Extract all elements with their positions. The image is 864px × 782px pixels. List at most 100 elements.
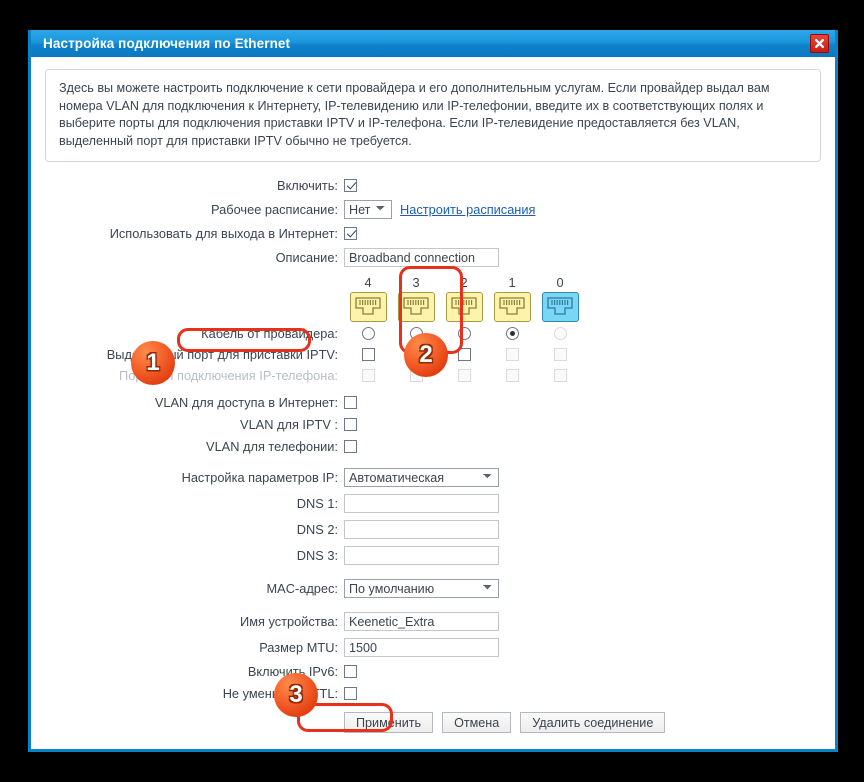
row-schedule: Рабочее расписание: Нет Настроить распис… [45, 200, 821, 219]
row-mtu: Размер MTU: [45, 638, 821, 657]
row-ipphone-port: Порт для подключения IP-телефона: [45, 368, 821, 383]
rj45-lan-icon [493, 292, 531, 322]
vlan-phone-checkbox[interactable] [344, 440, 357, 453]
port-ctl-cell [344, 369, 392, 382]
enable-checkbox[interactable] [344, 179, 357, 192]
row-device-name: Имя устройства: [45, 612, 821, 631]
port-cell [536, 292, 584, 322]
ipphone-port-label: Порт для подключения IP-телефона: [119, 368, 338, 383]
provider-cable-radio-3[interactable] [409, 327, 423, 340]
port-ctl-cell [440, 369, 488, 382]
row-ip-settings: Настройка параметров IP: Автоматическая [45, 468, 821, 487]
schedule-select[interactable]: Нет [344, 200, 392, 219]
port-cell [344, 292, 392, 322]
ipphone-port-checkbox-1 [505, 369, 519, 382]
provider-cable-radio-0 [553, 327, 567, 340]
dns3-label: DNS 3: [296, 548, 338, 563]
vlan-phone-label: VLAN для телефонии: [206, 439, 338, 454]
port-number: 4 [364, 275, 372, 290]
port-cell: 2 [440, 274, 488, 292]
provider-cable-radio-group [344, 327, 584, 340]
port-ctl-cell [440, 327, 488, 340]
row-vlan-iptv: VLAN для IPTV : [45, 417, 821, 432]
rj45-lan-icon [397, 292, 435, 322]
port-ctl-cell [488, 348, 536, 361]
port-ctl-cell [488, 327, 536, 340]
row-dns2: DNS 2: [45, 520, 821, 539]
ttl-checkbox[interactable] [344, 687, 357, 700]
mtu-input[interactable] [344, 638, 499, 657]
iptv-port-checkbox-4[interactable] [361, 348, 375, 361]
ipv6-label: Включить IPv6: [247, 664, 338, 679]
iptv-port-checkbox-group [344, 348, 584, 361]
ipphone-port-checkbox-2 [457, 369, 471, 382]
vlan-iptv-checkbox[interactable] [344, 418, 357, 431]
row-provider-cable: Кабель от провайдера: [45, 326, 821, 341]
row-description: Описание: [45, 248, 821, 267]
port-cell [392, 292, 440, 322]
row-dns3: DNS 3: [45, 546, 821, 565]
button-row: Применить Отмена Удалить соединение [45, 712, 821, 733]
port-ctl-cell [344, 348, 392, 361]
rj45-lan-icon [445, 292, 483, 322]
dns1-input[interactable] [344, 494, 499, 513]
window-title: Настройка подключения по Ethernet [43, 36, 291, 51]
port-ctl-cell [488, 369, 536, 382]
iptv-port-checkbox-2[interactable] [457, 348, 471, 361]
port-ctl-cell [536, 348, 584, 361]
dns2-input[interactable] [344, 520, 499, 539]
ipphone-port-checkbox-group [344, 369, 584, 382]
port-cell: 4 [344, 274, 392, 292]
screenshot-root: Настройка подключения по Ethernet Здесь … [0, 0, 864, 782]
close-icon[interactable] [810, 34, 829, 53]
iptv-port-checkbox-3[interactable] [409, 348, 423, 361]
port-icon-row [344, 292, 821, 322]
row-vlan-phone: VLAN для телефонии: [45, 439, 821, 454]
port-ctl-cell [536, 327, 584, 340]
ports-panel: 4 3 2 1 0 [45, 274, 821, 322]
schedule-label: Рабочее расписание: [211, 202, 338, 217]
ipphone-port-checkbox-0 [553, 369, 567, 382]
vlan-internet-label: VLAN для доступа в Интернет: [154, 395, 338, 410]
port-cell [488, 292, 536, 322]
mac-select[interactable]: По умолчанию [344, 579, 499, 598]
ttl-label: Не уменьшать TTL: [222, 686, 338, 701]
rj45-lan-icon [349, 292, 387, 322]
settings-form: Включить: Рабочее расписание: Нет Настро… [45, 178, 821, 733]
port-number: 1 [508, 275, 516, 290]
dns1-label: DNS 1: [296, 496, 338, 511]
row-iptv-port: Выделенный порт для приставки IPTV: [45, 347, 821, 362]
port-number: 2 [460, 275, 468, 290]
provider-cable-radio-2[interactable] [457, 327, 471, 340]
ip-settings-label: Настройка параметров IP: [181, 470, 338, 485]
provider-cable-label: Кабель от провайдера: [201, 326, 338, 341]
delete-connection-button[interactable]: Удалить соединение [520, 712, 666, 733]
use-internet-label: Использовать для выхода в Интернет: [109, 226, 338, 241]
description-input[interactable] [344, 248, 499, 267]
mac-label: MAC-адрес: [266, 581, 338, 596]
vlan-internet-checkbox[interactable] [344, 396, 357, 409]
cancel-button[interactable]: Отмена [442, 712, 512, 733]
ethernet-settings-window: Настройка подключения по Ethernet Здесь … [28, 30, 838, 752]
row-enable: Включить: [45, 178, 821, 193]
ipv6-checkbox[interactable] [344, 665, 357, 678]
dns3-input[interactable] [344, 546, 499, 565]
ip-settings-select[interactable]: Автоматическая [344, 468, 499, 487]
row-vlan-internet: VLAN для доступа в Интернет: [45, 395, 821, 410]
port-cell [440, 292, 488, 322]
port-number-row: 4 3 2 1 0 [344, 274, 821, 292]
device-name-input[interactable] [344, 612, 499, 631]
port-ctl-cell [536, 369, 584, 382]
vlan-iptv-label: VLAN для IPTV : [240, 417, 338, 432]
row-use-internet: Использовать для выхода в Интернет: [45, 226, 821, 241]
info-description: Здесь вы можете настроить подключение к … [45, 69, 821, 162]
provider-cable-radio-1[interactable] [505, 327, 519, 340]
provider-cable-radio-4[interactable] [361, 327, 375, 340]
port-ctl-cell [392, 348, 440, 361]
port-ctl-cell [440, 348, 488, 361]
apply-button[interactable]: Применить [344, 712, 434, 733]
iptv-port-label: Выделенный порт для приставки IPTV: [106, 347, 338, 362]
configure-schedules-link[interactable]: Настроить расписания [400, 202, 535, 217]
port-ctl-cell [344, 327, 392, 340]
use-internet-checkbox[interactable] [344, 227, 357, 240]
